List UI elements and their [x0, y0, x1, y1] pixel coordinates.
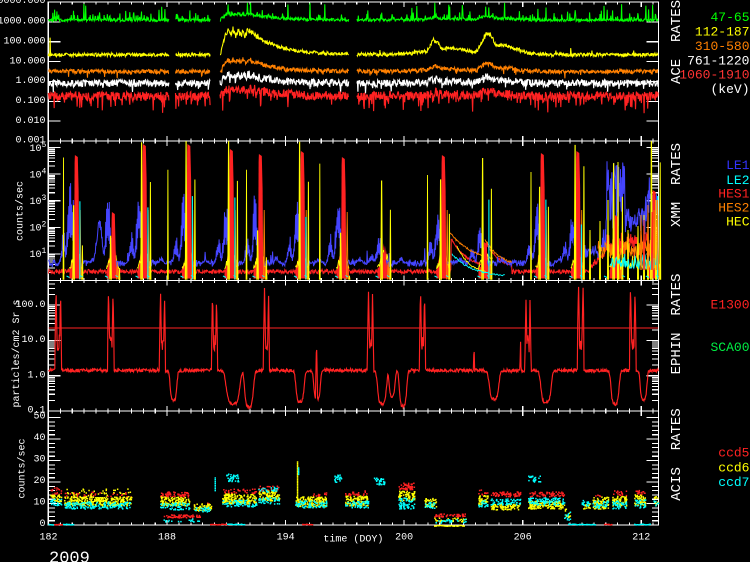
svg-text:LE1: LE1 — [726, 158, 750, 173]
svg-text:ccd5: ccd5 — [718, 446, 749, 461]
svg-text:761-1220: 761-1220 — [687, 53, 749, 68]
svg-text:0.100: 0.100 — [15, 96, 45, 107]
svg-text:20: 20 — [33, 476, 45, 487]
svg-text:(keV): (keV) — [710, 82, 749, 97]
svg-text:ccd7: ccd7 — [718, 475, 749, 490]
svg-text:10: 10 — [29, 170, 41, 181]
svg-text:10: 10 — [29, 197, 41, 208]
svg-text:30: 30 — [33, 455, 45, 466]
svg-text:194: 194 — [277, 533, 295, 544]
svg-text:212: 212 — [632, 533, 650, 544]
svg-text:206: 206 — [514, 533, 532, 544]
svg-text:10000.000: 10000.000 — [0, 0, 46, 7]
svg-text:1: 1 — [42, 247, 47, 256]
svg-text:HEC: HEC — [726, 215, 750, 230]
svg-text:counts/sec: counts/sec — [17, 438, 29, 498]
svg-text:HES2: HES2 — [718, 200, 749, 215]
svg-text:10: 10 — [29, 250, 41, 261]
svg-text:particles/cm2 Sr s: particles/cm2 Sr s — [11, 299, 23, 407]
svg-text:ccd6: ccd6 — [718, 461, 749, 476]
svg-text:1.0: 1.0 — [27, 370, 45, 381]
svg-text:5: 5 — [42, 141, 47, 150]
svg-text:E1300: E1300 — [710, 298, 749, 313]
svg-text:XMM RATES: XMM RATES — [669, 143, 685, 227]
svg-text:2: 2 — [42, 221, 47, 230]
svg-text:SCA00: SCA00 — [710, 340, 749, 355]
svg-text:3: 3 — [42, 194, 47, 203]
svg-text:1000.000: 1000.000 — [0, 17, 46, 28]
svg-text:4: 4 — [42, 167, 47, 176]
svg-text:112-187: 112-187 — [695, 25, 750, 40]
svg-text:2009: 2009 — [49, 549, 90, 562]
svg-text:10: 10 — [33, 498, 45, 509]
svg-text:EPHIN RATES: EPHIN RATES — [669, 274, 685, 375]
svg-text:200: 200 — [395, 533, 413, 544]
svg-text:counts/sec: counts/sec — [15, 181, 27, 241]
svg-text:1060-1910: 1060-1910 — [679, 68, 749, 83]
svg-text:ACIS RATES: ACIS RATES — [669, 408, 685, 500]
svg-text:HES1: HES1 — [718, 187, 749, 202]
svg-text:1.000: 1.000 — [15, 76, 45, 87]
svg-text:10: 10 — [29, 224, 41, 235]
svg-text:47-65: 47-65 — [710, 10, 749, 25]
svg-text:0: 0 — [39, 519, 45, 530]
svg-text:188: 188 — [158, 533, 176, 544]
svg-text:40: 40 — [33, 433, 45, 444]
svg-text:100.000: 100.000 — [3, 36, 45, 47]
svg-text:10.000: 10.000 — [9, 56, 45, 67]
svg-text:10: 10 — [29, 144, 41, 155]
svg-text:10.0: 10.0 — [21, 335, 45, 346]
svg-text:50: 50 — [33, 412, 45, 423]
svg-text:0.010: 0.010 — [15, 116, 45, 127]
svg-text:310-580: 310-580 — [695, 39, 750, 54]
svg-text:182: 182 — [39, 533, 57, 544]
svg-text:time (DOY): time (DOY) — [323, 534, 383, 546]
